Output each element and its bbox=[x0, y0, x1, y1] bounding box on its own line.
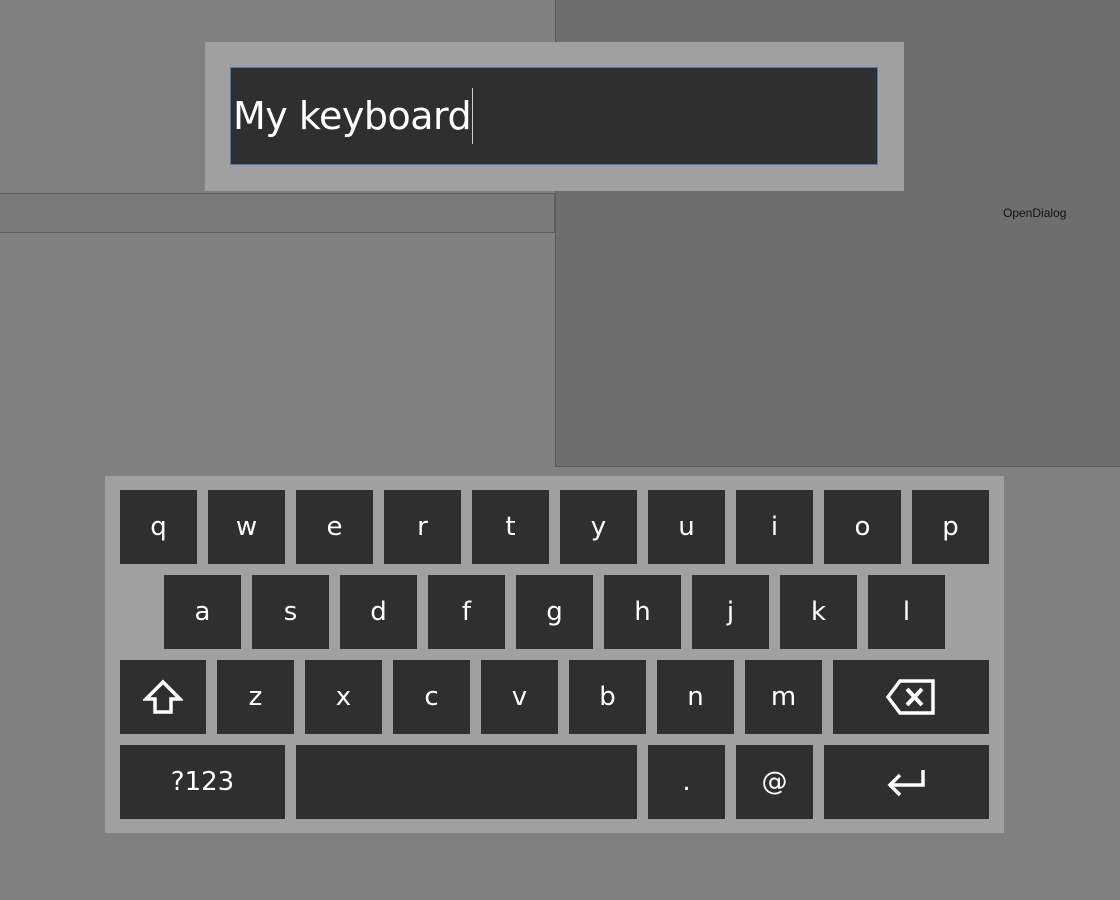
key-e[interactable]: e bbox=[296, 490, 373, 564]
key-x[interactable]: x bbox=[305, 660, 382, 734]
key-r[interactable]: r bbox=[384, 490, 461, 564]
key-j[interactable]: j bbox=[692, 575, 769, 649]
key-l[interactable]: l bbox=[868, 575, 945, 649]
open-dialog-label[interactable]: OpenDialog bbox=[1003, 206, 1066, 220]
backspace-key[interactable] bbox=[833, 660, 989, 734]
key-v[interactable]: v bbox=[481, 660, 558, 734]
enter-arrow-icon bbox=[885, 767, 929, 797]
backspace-icon bbox=[885, 678, 937, 716]
key-m[interactable]: m bbox=[745, 660, 822, 734]
space-key[interactable] bbox=[296, 745, 637, 819]
key-p[interactable]: p bbox=[912, 490, 989, 564]
text-caret bbox=[472, 88, 474, 144]
key-d[interactable]: d bbox=[340, 575, 417, 649]
key-h[interactable]: h bbox=[604, 575, 681, 649]
key-t[interactable]: t bbox=[472, 490, 549, 564]
key-b[interactable]: b bbox=[569, 660, 646, 734]
key-n[interactable]: n bbox=[657, 660, 734, 734]
key-o[interactable]: o bbox=[824, 490, 901, 564]
key-k[interactable]: k bbox=[780, 575, 857, 649]
enter-key[interactable] bbox=[824, 745, 989, 819]
key-i[interactable]: i bbox=[736, 490, 813, 564]
shift-arrow-icon bbox=[143, 679, 183, 715]
key-a[interactable]: a bbox=[164, 575, 241, 649]
key-w[interactable]: w bbox=[208, 490, 285, 564]
key-q[interactable]: q bbox=[120, 490, 197, 564]
left-strip-panel bbox=[0, 194, 555, 233]
key-c[interactable]: c bbox=[393, 660, 470, 734]
at-key[interactable]: @ bbox=[736, 745, 813, 819]
key-u[interactable]: u bbox=[648, 490, 725, 564]
key-z[interactable]: z bbox=[217, 660, 294, 734]
period-key[interactable]: . bbox=[648, 745, 725, 819]
key-s[interactable]: s bbox=[252, 575, 329, 649]
shift-key[interactable] bbox=[120, 660, 206, 734]
text-input-value: My keyboard bbox=[233, 94, 472, 138]
key-y[interactable]: y bbox=[560, 490, 637, 564]
on-screen-keyboard: q w e r t y u i o p a s d f g h j k l z … bbox=[105, 476, 1004, 833]
symbols-key[interactable]: ?123 bbox=[120, 745, 285, 819]
text-input[interactable]: My keyboard bbox=[230, 67, 878, 165]
key-g[interactable]: g bbox=[516, 575, 593, 649]
key-f[interactable]: f bbox=[428, 575, 505, 649]
